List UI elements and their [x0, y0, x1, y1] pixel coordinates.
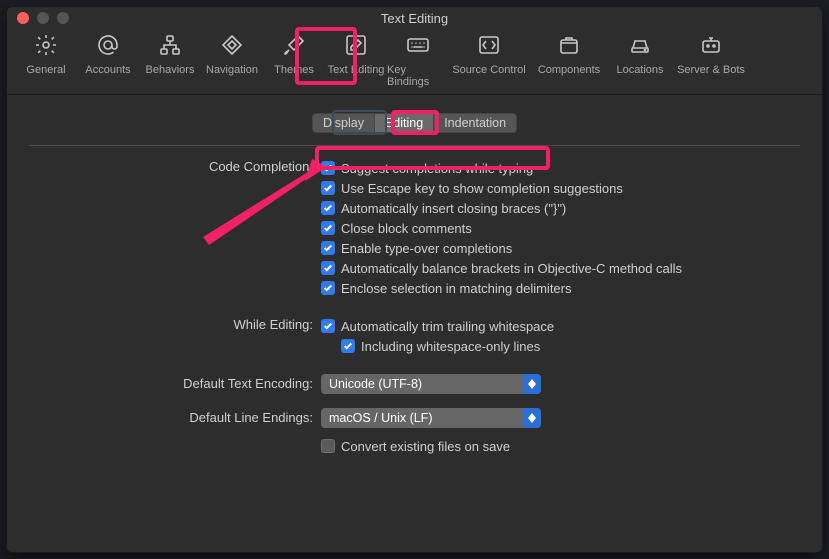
- toolbar-label: Key Bindings: [387, 64, 449, 88]
- toolbar-item-general[interactable]: General: [15, 33, 77, 88]
- brush-icon: [282, 33, 306, 60]
- checkbox-escape[interactable]: [321, 181, 335, 195]
- checkbox-whitespace-only[interactable]: [341, 339, 355, 353]
- select-value: macOS / Unix (LF): [321, 411, 523, 425]
- toolbar-label: Text Editing: [328, 64, 385, 76]
- label-code-completion: Code Completion:: [29, 158, 321, 174]
- checkbox-label: Suggest completions while typing: [341, 161, 533, 176]
- checkbox-label: Automatically balance brackets in Object…: [341, 261, 682, 276]
- toolbar-item-key-bindings[interactable]: Key Bindings: [387, 33, 449, 88]
- toolbar-label: Behaviors: [146, 64, 195, 76]
- checkbox-label: Convert existing files on save: [341, 439, 510, 454]
- toolbar-label: Navigation: [206, 64, 258, 76]
- nodes-icon: [158, 33, 182, 60]
- bot-icon: [699, 33, 723, 60]
- checkbox-label: Including whitespace-only lines: [361, 339, 540, 354]
- checkbox-label: Enable type-over completions: [341, 241, 512, 256]
- disk-icon: [628, 33, 652, 60]
- toolbar-item-themes[interactable]: Themes: [263, 33, 325, 88]
- at-icon: [96, 33, 120, 60]
- close-window-icon[interactable]: [17, 12, 29, 24]
- checkbox-suggest[interactable]: [321, 161, 335, 175]
- toolbar-label: Locations: [616, 64, 663, 76]
- select-value: Unicode (UTF-8): [321, 377, 523, 391]
- select-line-endings[interactable]: macOS / Unix (LF): [321, 408, 541, 428]
- checkbox-label: Close block comments: [341, 221, 472, 236]
- window-controls[interactable]: [17, 12, 69, 24]
- navigation-icon: [220, 33, 244, 60]
- select-encoding[interactable]: Unicode (UTF-8): [321, 374, 541, 394]
- checkbox-enclose[interactable]: [321, 281, 335, 295]
- keyboard-icon: [406, 33, 430, 60]
- tab-editing[interactable]: Editing: [375, 113, 434, 133]
- checkbox-trim[interactable]: [321, 319, 335, 333]
- toolbar-item-behaviors[interactable]: Behaviors: [139, 33, 201, 88]
- toolbar-item-navigation[interactable]: Navigation: [201, 33, 263, 88]
- toolbar-label: Themes: [274, 64, 314, 76]
- toolbar-item-text-editing[interactable]: Text Editing: [325, 33, 387, 88]
- chevron-updown-icon: [523, 374, 541, 394]
- tab-display[interactable]: Display: [312, 113, 375, 133]
- label-default-encoding: Default Text Encoding:: [29, 374, 321, 391]
- chevron-updown-icon: [523, 408, 541, 428]
- minimize-window-icon[interactable]: [37, 12, 49, 24]
- toolbar-label: General: [26, 64, 65, 76]
- window-title: Text Editing: [7, 11, 822, 26]
- source-control-icon: [477, 33, 501, 60]
- checkbox-balance[interactable]: [321, 261, 335, 275]
- label-default-line-endings: Default Line Endings:: [29, 408, 321, 425]
- toolbar-label: Source Control: [452, 64, 525, 76]
- label-while-editing: While Editing:: [29, 316, 321, 332]
- toolbar-item-components[interactable]: Components: [529, 33, 609, 88]
- toolbar-item-source-control[interactable]: Source Control: [449, 33, 529, 88]
- toolbar-label: Accounts: [85, 64, 130, 76]
- checkbox-label: Automatically trim trailing whitespace: [341, 319, 554, 334]
- edit-icon: [344, 33, 368, 60]
- zoom-window-icon[interactable]: [57, 12, 69, 24]
- checkbox-label: Use Escape key to show completion sugges…: [341, 181, 623, 196]
- checkbox-label: Enclose selection in matching delimiters: [341, 281, 572, 296]
- gear-icon: [34, 33, 58, 60]
- tab-indentation[interactable]: Indentation: [434, 113, 517, 133]
- toolbar-label: Components: [538, 64, 600, 76]
- checkbox-label: Automatically insert closing braces ("}"…: [341, 201, 566, 216]
- toolbar-label: Server & Bots: [677, 64, 745, 76]
- checkbox-convert[interactable]: [321, 439, 335, 453]
- package-icon: [557, 33, 581, 60]
- checkbox-type-over[interactable]: [321, 241, 335, 255]
- checkbox-close-block[interactable]: [321, 221, 335, 235]
- checkbox-braces[interactable]: [321, 201, 335, 215]
- toolbar-item-server-bots[interactable]: Server & Bots: [671, 33, 751, 88]
- toolbar-item-accounts[interactable]: Accounts: [77, 33, 139, 88]
- toolbar-item-locations[interactable]: Locations: [609, 33, 671, 88]
